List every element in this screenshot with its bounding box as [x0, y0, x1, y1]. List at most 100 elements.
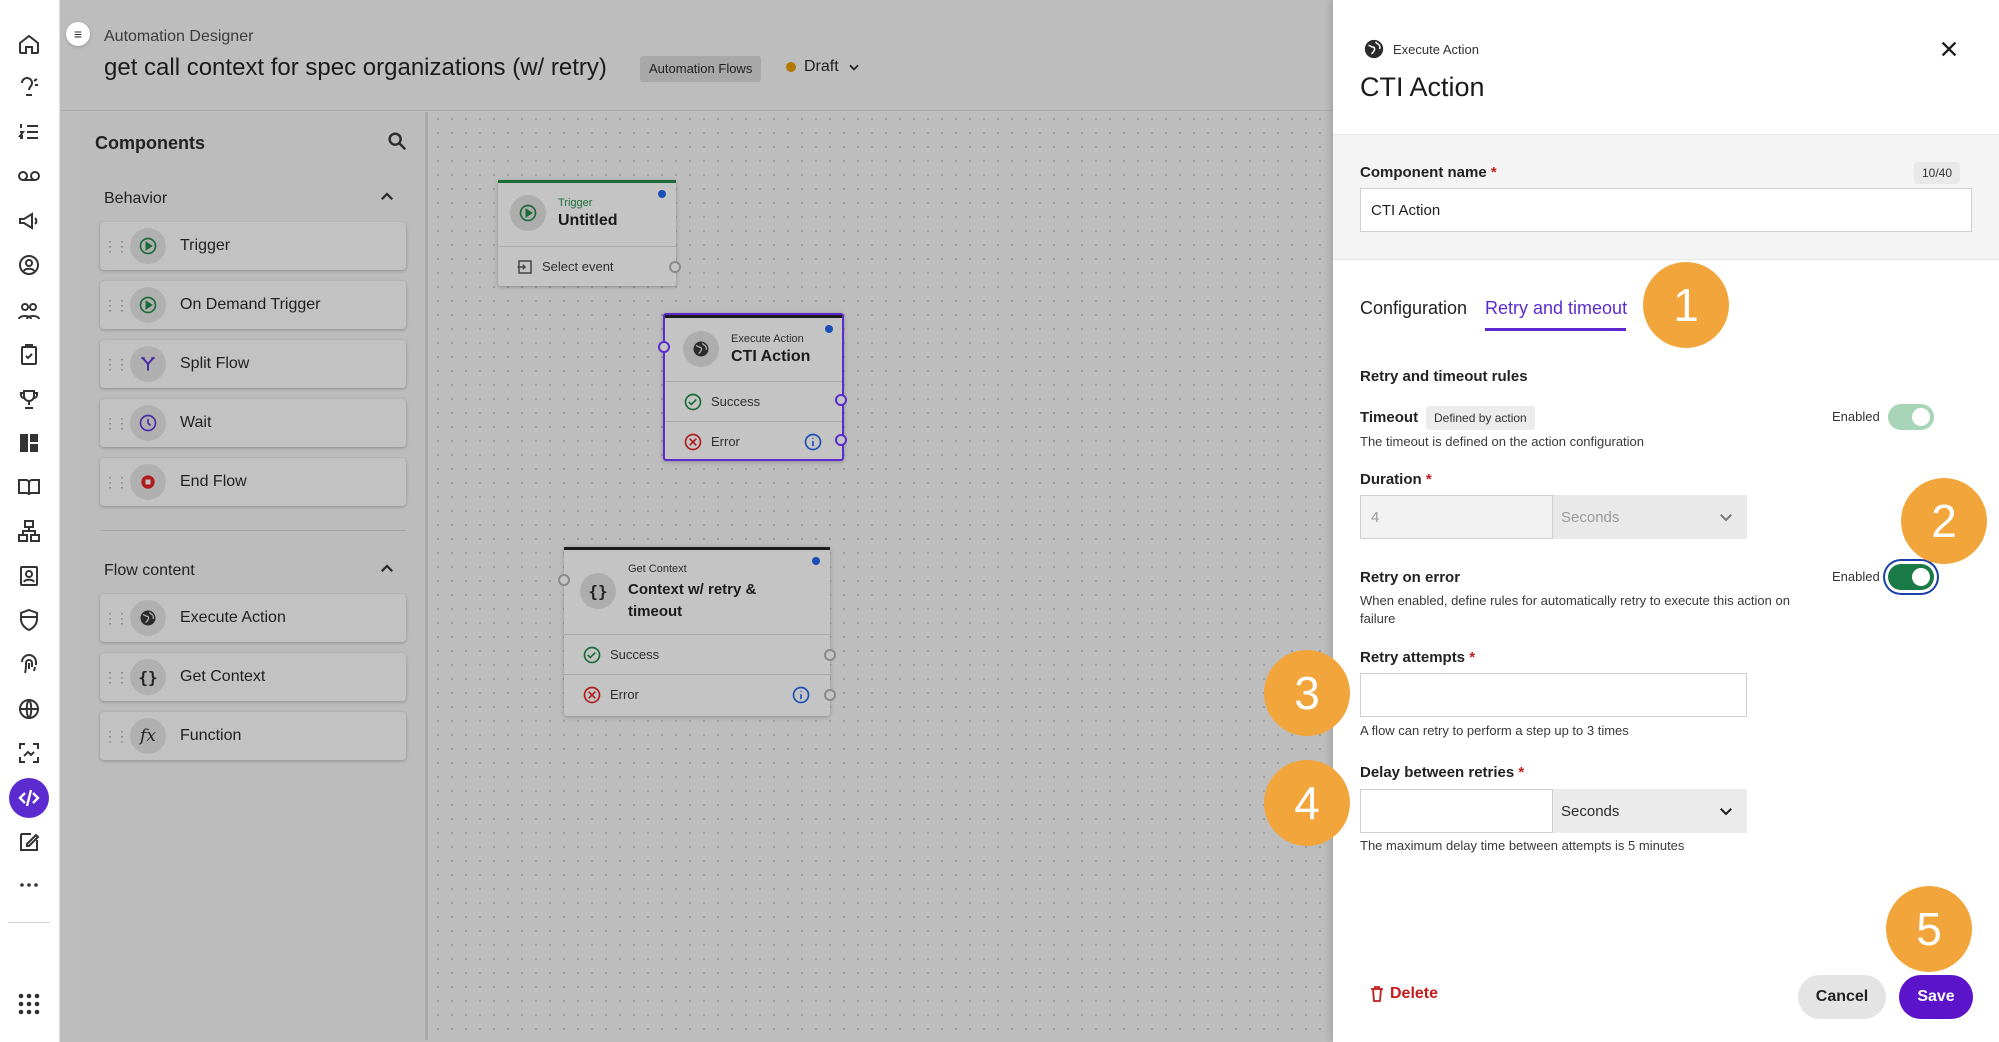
- drag-handle-icon[interactable]: ⋮⋮: [100, 415, 130, 432]
- speech-icon[interactable]: [14, 72, 44, 102]
- retry-attempts-hint: A flow can retry to perform a step up to…: [1360, 723, 1629, 738]
- error-circle-icon: [684, 433, 702, 450]
- group-divider: [100, 530, 406, 531]
- component-on-demand-trigger[interactable]: ⋮⋮ On Demand Trigger: [100, 281, 406, 329]
- agent-icon[interactable]: [14, 250, 44, 280]
- duration-label-text: Duration: [1360, 471, 1422, 488]
- error-label: Error: [711, 434, 740, 449]
- node-get-context[interactable]: {} Get Context Context w/ retry & timeou…: [564, 547, 830, 716]
- component-label: End Flow: [180, 473, 247, 490]
- braces-icon: {}: [130, 659, 166, 695]
- component-execute-action[interactable]: ⋮⋮ Execute Action: [100, 594, 406, 642]
- shield-icon[interactable]: [14, 605, 44, 635]
- voicemail-icon[interactable]: [14, 161, 44, 191]
- delete-button[interactable]: Delete: [1370, 985, 1438, 1003]
- output-port[interactable]: [669, 261, 681, 273]
- retry-description-line1: When enabled, define rules for automatic…: [1360, 593, 1790, 608]
- drag-handle-icon[interactable]: ⋮⋮: [100, 356, 130, 373]
- drag-handle-icon[interactable]: ⋮⋮: [100, 728, 130, 745]
- edit-icon[interactable]: [14, 827, 44, 857]
- component-wait[interactable]: ⋮⋮ Wait: [100, 399, 406, 447]
- timeout-description: The timeout is defined on the action con…: [1360, 434, 1645, 449]
- save-button[interactable]: Save: [1899, 975, 1973, 1019]
- users-icon[interactable]: [14, 296, 44, 326]
- fingerprint-icon[interactable]: [14, 649, 44, 679]
- error-port[interactable]: [824, 689, 836, 701]
- node-cti-action[interactable]: Execute Action CTI Action Success Error: [663, 313, 844, 461]
- automation-flows-chip: Automation Flows: [640, 56, 762, 82]
- hamburger-icon[interactable]: ≡: [66, 22, 90, 46]
- chevron-down-icon: [848, 64, 859, 71]
- input-port[interactable]: [658, 341, 670, 353]
- section-title: Retry and timeout rules: [1360, 368, 1528, 385]
- success-port[interactable]: [824, 649, 836, 661]
- success-branch[interactable]: Success: [665, 381, 842, 421]
- braces-icon: {}: [580, 573, 616, 609]
- info-icon[interactable]: [791, 685, 811, 705]
- play-circle-icon: [130, 228, 166, 264]
- apps-grid-icon[interactable]: [14, 989, 44, 1019]
- cancel-button[interactable]: Cancel: [1798, 975, 1886, 1019]
- left-rail: [0, 0, 60, 1042]
- error-branch[interactable]: Error: [564, 674, 830, 714]
- timeout-label: Timeout: [1360, 409, 1419, 426]
- clipboard-icon[interactable]: [14, 340, 44, 370]
- contact-card-icon[interactable]: [14, 561, 44, 591]
- drag-handle-icon[interactable]: ⋮⋮: [100, 297, 130, 314]
- clock-icon: [130, 405, 166, 441]
- book-icon[interactable]: [14, 472, 44, 502]
- scan-icon[interactable]: [14, 738, 44, 768]
- component-name-input[interactable]: [1360, 188, 1972, 232]
- status-dropdown[interactable]: Draft: [786, 58, 861, 76]
- select-event-row[interactable]: Select event: [498, 246, 676, 286]
- close-icon[interactable]: [1938, 38, 1960, 60]
- callout-badge-3: 3: [1264, 650, 1350, 736]
- tab-configuration[interactable]: Configuration: [1360, 298, 1467, 319]
- trophy-icon[interactable]: [14, 384, 44, 414]
- drag-handle-icon[interactable]: ⋮⋮: [100, 610, 130, 627]
- chevron-up-icon[interactable]: [378, 560, 396, 578]
- split-icon: [130, 346, 166, 382]
- code-icon[interactable]: [9, 778, 49, 818]
- home-icon[interactable]: [14, 29, 44, 59]
- drag-handle-icon[interactable]: ⋮⋮: [100, 474, 130, 491]
- delay-unit-select[interactable]: Seconds: [1553, 789, 1747, 833]
- search-icon[interactable]: [386, 130, 408, 152]
- delay-label: Delay between retries *: [1360, 764, 1524, 781]
- list-numbered-icon[interactable]: [14, 117, 44, 147]
- component-get-context[interactable]: ⋮⋮ {} Get Context: [100, 653, 406, 701]
- group-title-behavior: Behavior: [104, 190, 168, 207]
- node-trigger[interactable]: Trigger Untitled Select event: [498, 180, 676, 286]
- success-branch[interactable]: Success: [564, 634, 830, 674]
- delay-input[interactable]: [1360, 789, 1553, 833]
- node-title: Untitled: [558, 211, 618, 229]
- error-port[interactable]: [835, 434, 847, 446]
- retry-enabled-label: Enabled: [1832, 569, 1880, 584]
- drag-handle-icon[interactable]: ⋮⋮: [100, 669, 130, 686]
- timeout-toggle[interactable]: [1888, 404, 1934, 430]
- success-port[interactable]: [835, 394, 847, 406]
- duration-input[interactable]: 4: [1360, 495, 1553, 539]
- drag-handle-icon[interactable]: ⋮⋮: [100, 238, 130, 255]
- dashboard-icon[interactable]: [14, 428, 44, 458]
- retry-attempts-input[interactable]: [1360, 673, 1747, 717]
- tab-retry-and-timeout[interactable]: Retry and timeout: [1485, 298, 1627, 319]
- success-label: Success: [610, 647, 660, 662]
- duration-unit-select[interactable]: Seconds: [1553, 495, 1747, 539]
- workflow-icon[interactable]: [14, 516, 44, 546]
- megaphone-icon[interactable]: [14, 206, 44, 236]
- component-trigger[interactable]: ⋮⋮ Trigger: [100, 222, 406, 270]
- play-circle-icon: [510, 195, 546, 231]
- more-icon[interactable]: [14, 870, 44, 900]
- component-end-flow[interactable]: ⋮⋮ End Flow: [100, 458, 406, 506]
- chevron-up-icon[interactable]: [378, 188, 396, 206]
- component-split-flow[interactable]: ⋮⋮ Split Flow: [100, 340, 406, 388]
- node-header: Execute Action CTI Action: [683, 331, 810, 367]
- error-branch[interactable]: Error: [665, 421, 842, 461]
- component-function[interactable]: ⋮⋮ fx Function: [100, 712, 406, 760]
- retry-toggle[interactable]: [1888, 564, 1934, 590]
- info-icon[interactable]: [803, 432, 823, 452]
- error-label: Error: [610, 687, 639, 702]
- globe-icon[interactable]: [14, 694, 44, 724]
- input-port[interactable]: [558, 574, 570, 586]
